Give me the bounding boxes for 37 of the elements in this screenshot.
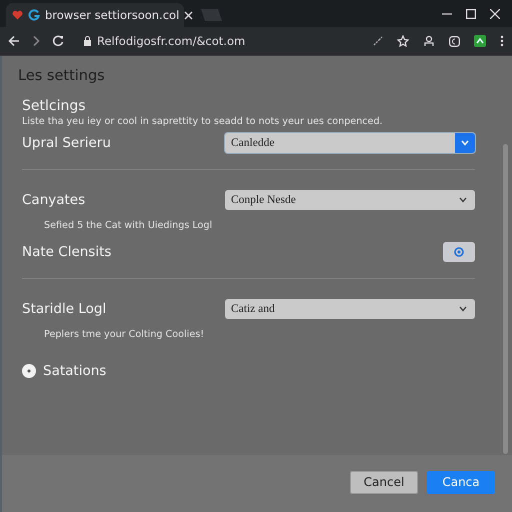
primary-button[interactable]: Canca (427, 470, 495, 494)
close-icon[interactable] (184, 10, 194, 20)
reload-icon[interactable] (52, 35, 64, 47)
info-icon (22, 364, 36, 378)
setting-label: Nate Clensits (22, 244, 112, 260)
heart-icon (12, 10, 23, 20)
expander[interactable]: Satations (22, 363, 475, 379)
cancel-button[interactable]: Cancel (350, 470, 418, 494)
back-icon[interactable] (8, 35, 20, 47)
section-title: Setlcings (22, 97, 87, 115)
star-icon[interactable] (397, 35, 409, 47)
scrollbar[interactable] (503, 144, 508, 454)
setting-label: Upral Serieru (22, 135, 111, 151)
setting-label: Canyates (22, 192, 86, 208)
dropdown-field[interactable]: Canledde (225, 133, 475, 153)
section-description: Liste tha yeu iey or cool in saprettity to seadd to nots yeur ues conpenced. (22, 116, 384, 127)
dropdown-field[interactable]: Conple Nesde (225, 190, 475, 210)
page-heading: Les settings (18, 67, 106, 86)
g-logo-icon (28, 9, 40, 21)
dropdown-field[interactable]: Catiz and (225, 299, 475, 319)
lock-icon (84, 36, 91, 46)
setting-hint: Sefied 5 the Cat with Uiedings Logl (44, 220, 214, 233)
chevron-down-icon (461, 140, 469, 146)
expander-label: Satations (43, 363, 106, 379)
tab-title: browser settiorsoon.col (45, 8, 180, 22)
forward-icon[interactable] (32, 35, 40, 47)
extension-icon[interactable] (474, 35, 486, 47)
setting-label: Staridle Logl (22, 301, 106, 317)
maximize-icon[interactable] (466, 8, 476, 18)
address-field[interactable]: Relfodigosfr.com/&cot.om (97, 34, 246, 48)
radio-icon (454, 247, 464, 257)
toggle-button[interactable] (443, 242, 475, 262)
chevron-down-icon (459, 197, 467, 203)
close-icon[interactable] (490, 8, 500, 18)
chevron-down-icon (459, 306, 467, 312)
menu-icon[interactable] (500, 35, 504, 47)
setting-hint: Peplers tme your Colting Coolies! (44, 329, 206, 342)
